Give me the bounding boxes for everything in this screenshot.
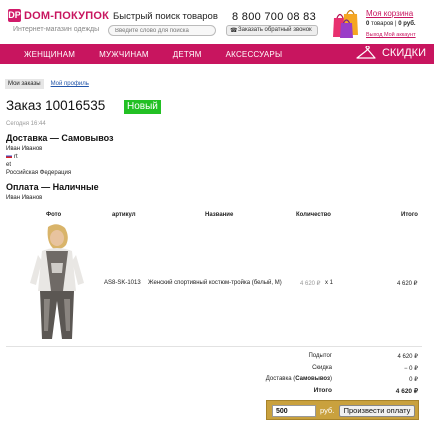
delivery-cost-prefix: Доставка ( <box>265 376 296 382</box>
discount-value: − 0 ₽ <box>404 366 418 372</box>
delivery-address-line1: rt <box>6 154 18 160</box>
payment-form: руб. Произвести оплату <box>266 400 419 420</box>
column-header-total: Итого <box>401 212 418 218</box>
logo-text: DOM-ПОКУПОК <box>24 9 109 22</box>
nav-item-kids[interactable]: ДЕТЯМ <box>173 50 202 59</box>
payment-title: Оплата — Наличные <box>6 182 99 192</box>
cart-separator: | <box>395 21 397 27</box>
cell-unit-price: 4 620 ₽ <box>300 281 321 287</box>
russia-flag-icon <box>6 154 12 159</box>
column-header-qty: Количество <box>296 212 331 218</box>
phone-icon: ☎ <box>230 28 238 34</box>
payment-name: Иван Иванов <box>6 195 43 201</box>
tab-my-profile[interactable]: Мой профиль <box>48 79 92 89</box>
main-nav: ЖЕНЩИНАМ МУЖЧИНАМ ДЕТЯМ АКСЕССУАРЫ СКИДК… <box>0 44 434 64</box>
column-header-article: артикул <box>112 212 136 218</box>
table-divider <box>6 346 422 347</box>
nav-item-sale[interactable]: СКИДКИ <box>356 46 426 60</box>
pay-button[interactable]: Произвести оплату <box>339 405 415 417</box>
status-badge: Новый <box>124 100 161 114</box>
order-time: Сегодня 16:44 <box>6 121 46 127</box>
logo-icon: DP <box>8 9 21 22</box>
cart-items-label: товаров <box>371 21 394 27</box>
nav-item-women[interactable]: ЖЕНЩИНАМ <box>24 50 75 59</box>
phone-number: 8 800 700 08 83 <box>232 11 317 23</box>
grand-total-value: 4 620 ₽ <box>395 388 418 395</box>
cart-items-count: 0 <box>366 21 370 27</box>
subtotal-label: Подытог <box>308 353 332 359</box>
delivery-line1-text: rt <box>14 154 18 160</box>
account-tabs: Мои заказы Мой профиль <box>5 79 92 89</box>
cart-total: 0 руб. <box>398 21 416 27</box>
cell-qty: x 1 <box>325 280 334 286</box>
delivery-cost-method: Самовывоз <box>295 376 330 382</box>
nav-item-men[interactable]: МУЖЧИНАМ <box>99 50 149 59</box>
column-header-photo: Фото <box>46 212 62 218</box>
discount-label: Скидка <box>312 365 332 371</box>
cart-link[interactable]: Моя корзина <box>366 9 413 18</box>
shopping-bags-icon[interactable] <box>330 4 360 38</box>
order-title: Заказ 10016535 <box>6 98 106 113</box>
delivery-name: Иван Иванов <box>6 146 43 152</box>
sale-label: СКИДКИ <box>381 47 426 59</box>
delivery-cost-label: Доставка (Самовывоз) <box>266 376 332 382</box>
delivery-cost-value: 0 ₽ <box>409 377 418 383</box>
search-input[interactable] <box>108 25 216 36</box>
account-links[interactable]: Выход Мой аккаунт <box>366 32 416 38</box>
cell-name[interactable]: Женский спортивный костюм-тройка (белый,… <box>148 280 282 286</box>
delivery-cost-suffix: ) <box>330 376 332 382</box>
grand-total-label: Итого <box>313 387 332 394</box>
delivery-address-line2: et <box>6 162 12 168</box>
cell-article: AS8-SK-1013 <box>104 280 141 286</box>
cell-total: 4 620 ₽ <box>397 281 418 287</box>
cart-summary: 0 товаров | 0 руб. <box>366 21 416 27</box>
nav-item-accessories[interactable]: АКСЕССУАРЫ <box>226 50 283 59</box>
delivery-country: Российская Федерация <box>6 170 72 176</box>
search-title: Быстрый поиск товаров <box>113 11 218 22</box>
payment-currency: руб. <box>320 406 335 415</box>
column-header-name: Название <box>205 212 234 218</box>
subtotal-value: 4 620 ₽ <box>397 354 419 360</box>
tab-my-orders[interactable]: Мои заказы <box>5 79 44 89</box>
payment-amount-input[interactable] <box>272 405 316 417</box>
site-logo[interactable]: DP DOM-ПОКУПОК <box>8 9 109 22</box>
site-header: DP DOM-ПОКУПОК Интернет-магазин одежды Б… <box>0 0 434 44</box>
delivery-title: Доставка — Самовывоз <box>6 133 114 143</box>
product-photo[interactable] <box>18 221 96 343</box>
hanger-icon <box>356 46 376 59</box>
callback-button[interactable]: ☎ Заказать обратный звонок <box>226 25 318 36</box>
logo-subtitle: Интернет-магазин одежды <box>13 26 100 33</box>
callback-label: Заказать обратный звонок <box>238 27 312 33</box>
